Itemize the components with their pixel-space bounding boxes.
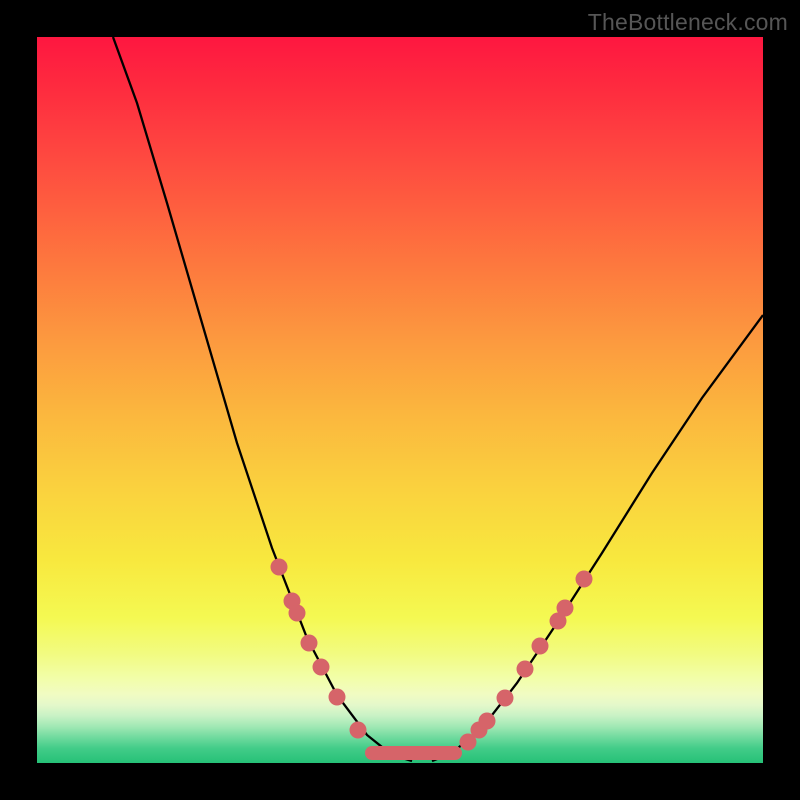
dot-right-dots	[497, 690, 514, 707]
dot-right-dots	[557, 600, 574, 617]
watermark-text: TheBottleneck.com	[588, 9, 788, 36]
chart-plot-area	[37, 37, 763, 763]
dot-left-dots	[313, 659, 330, 676]
dot-left-dots	[350, 722, 367, 739]
dot-left-dots	[271, 559, 288, 576]
chart-outer: TheBottleneck.com	[0, 0, 800, 800]
series-right-curve	[432, 315, 763, 761]
dot-left-dots	[301, 635, 318, 652]
chart-svg	[37, 37, 763, 763]
dot-right-dots	[479, 713, 496, 730]
dot-right-dots	[532, 638, 549, 655]
series-lines	[113, 37, 763, 761]
series-left-curve	[113, 37, 412, 761]
dot-left-dots	[329, 689, 346, 706]
dot-right-dots	[576, 571, 593, 588]
dot-right-dots	[517, 661, 534, 678]
dot-left-dots	[289, 605, 306, 622]
scatter-dots	[271, 559, 593, 751]
